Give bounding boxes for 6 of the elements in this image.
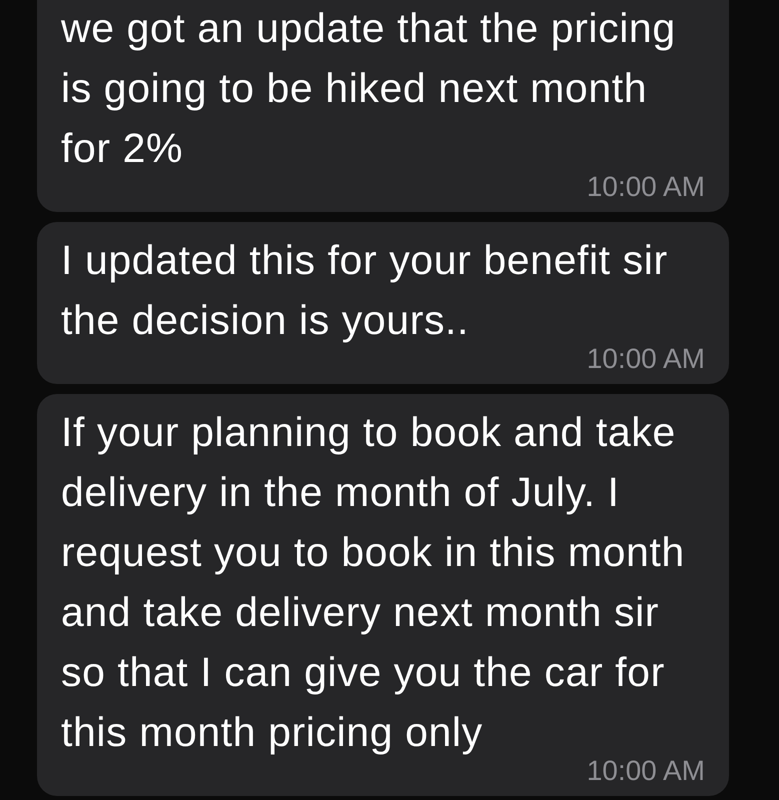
message-text: If your planning to book and take delivery in the month of July. I request you to book in this month and take delivery next month sir so that I can give you the car for this month pricing only [61, 408, 685, 757]
message-text: we got an update that the pricing is going to be hiked next month for 2% [61, 4, 676, 173]
message-time: 10:00 AM [586, 756, 705, 786]
message-text: I updated this for your benefit sir the decision is yours.. [61, 236, 668, 345]
message-time: 10:00 AM [586, 344, 705, 374]
message-time: 10:00 AM [586, 172, 705, 202]
